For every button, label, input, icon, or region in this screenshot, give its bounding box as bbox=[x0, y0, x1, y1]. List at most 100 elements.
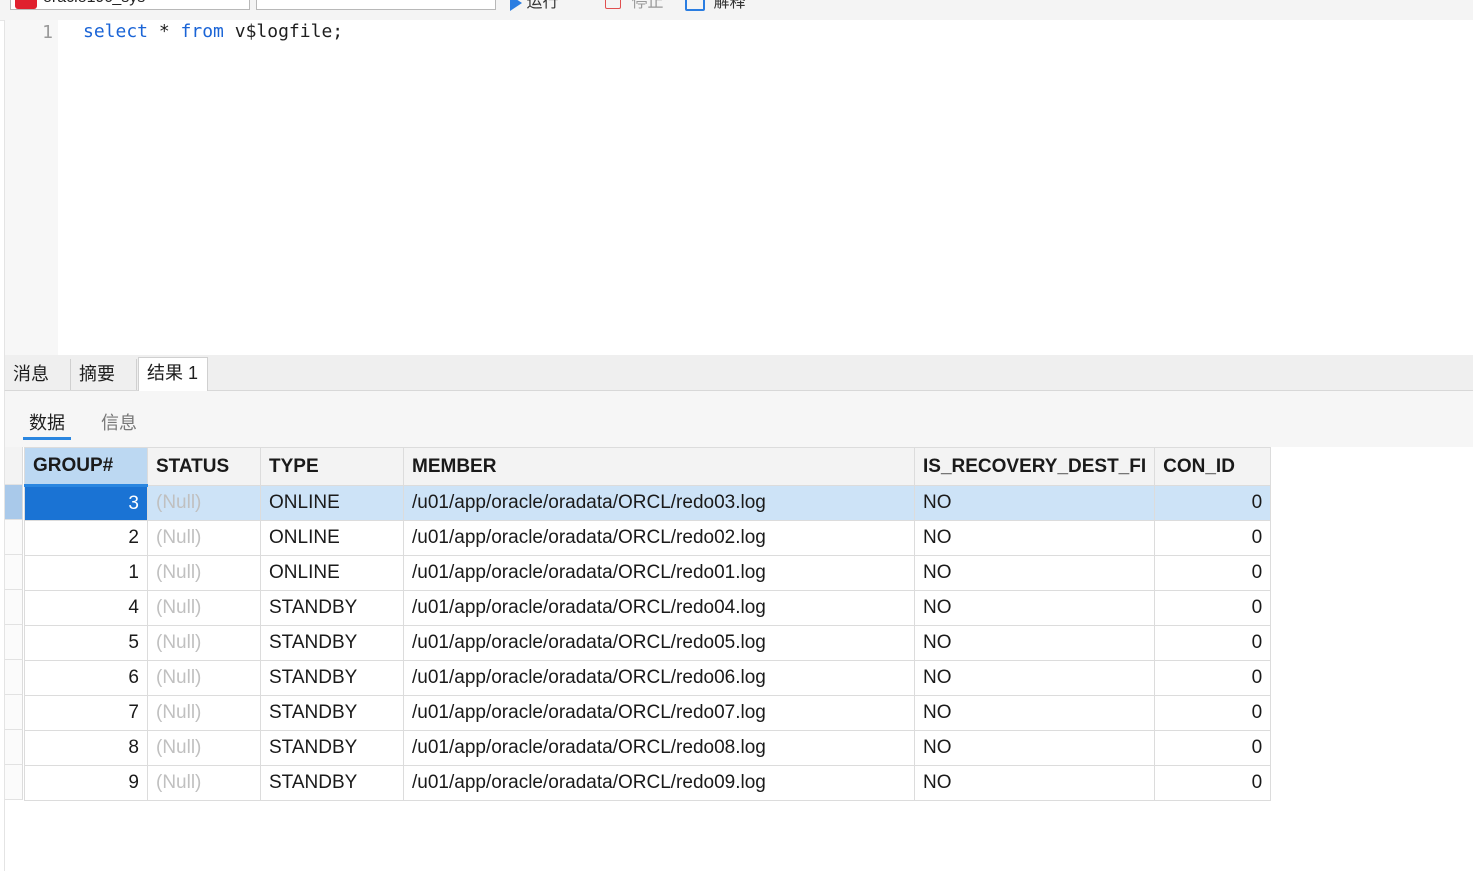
table-row[interactable]: 2 (Null) ONLINE /u01/app/oracle/oradata/… bbox=[24, 520, 1272, 556]
cell-member[interactable]: /u01/app/oracle/oradata/ORCL/redo04.log bbox=[403, 590, 915, 626]
connection-label: oracle19c_sys bbox=[43, 0, 145, 7]
tab-summary[interactable]: 摘要 bbox=[71, 359, 137, 390]
cell-member[interactable]: /u01/app/oracle/oradata/ORCL/redo08.log bbox=[403, 730, 915, 766]
row-marker[interactable] bbox=[5, 485, 23, 520]
cell-is-recovery-dest-file[interactable]: NO bbox=[913, 660, 1156, 696]
cell-member[interactable]: /u01/app/oracle/oradata/ORCL/redo01.log bbox=[403, 555, 915, 591]
cell-member[interactable]: /u01/app/oracle/oradata/ORCL/redo03.log bbox=[403, 485, 915, 521]
schema-select[interactable] bbox=[256, 0, 496, 10]
cell-is-recovery-dest-file[interactable]: NO bbox=[913, 730, 1156, 766]
cell-con-id[interactable]: 0 bbox=[1154, 555, 1272, 591]
cell-con-id[interactable]: 0 bbox=[1154, 590, 1272, 626]
table-row[interactable]: 9 (Null) STANDBY /u01/app/oracle/oradata… bbox=[24, 765, 1272, 801]
table-row[interactable]: 8 (Null) STANDBY /u01/app/oracle/oradata… bbox=[24, 730, 1272, 766]
cell-type[interactable]: STANDBY bbox=[260, 660, 404, 696]
cell-group[interactable]: 8 bbox=[24, 730, 148, 766]
result-grid: GROUP# STATUS TYPE MEMBER IS_RECOVERY_DE… bbox=[4, 447, 1473, 871]
cell-con-id[interactable]: 0 bbox=[1154, 765, 1272, 801]
table-row[interactable]: 5 (Null) STANDBY /u01/app/oracle/oradata… bbox=[24, 625, 1272, 661]
cell-type[interactable]: ONLINE bbox=[260, 485, 404, 521]
sql-editor[interactable]: 1 select * from v$logfile; bbox=[4, 20, 1473, 355]
column-header-group[interactable]: GROUP# bbox=[24, 447, 148, 487]
row-marker[interactable] bbox=[5, 590, 23, 625]
cell-group[interactable]: 9 bbox=[24, 765, 148, 801]
column-header-type[interactable]: TYPE bbox=[260, 447, 404, 486]
column-header-member[interactable]: MEMBER bbox=[403, 447, 915, 486]
connection-select[interactable]: oracle19c_sys bbox=[10, 0, 250, 10]
keyword-from: from bbox=[180, 21, 224, 42]
cell-status[interactable]: (Null) bbox=[147, 625, 261, 661]
cell-member[interactable]: /u01/app/oracle/oradata/ORCL/redo09.log bbox=[403, 765, 915, 801]
table-row[interactable]: 7 (Null) STANDBY /u01/app/oracle/oradata… bbox=[24, 695, 1272, 731]
cell-con-id[interactable]: 0 bbox=[1154, 695, 1272, 731]
table-row[interactable]: 1 (Null) ONLINE /u01/app/oracle/oradata/… bbox=[24, 555, 1272, 591]
cell-type[interactable]: STANDBY bbox=[260, 765, 404, 801]
cell-member[interactable]: /u01/app/oracle/oradata/ORCL/redo02.log bbox=[403, 520, 915, 556]
cell-is-recovery-dest-file[interactable]: NO bbox=[913, 765, 1156, 801]
tab-result-1[interactable]: 结果 1 bbox=[138, 357, 208, 391]
cell-is-recovery-dest-file[interactable]: NO bbox=[913, 695, 1156, 731]
data-table: GROUP# STATUS TYPE MEMBER IS_RECOVERY_DE… bbox=[24, 447, 1272, 801]
cell-con-id[interactable]: 0 bbox=[1154, 520, 1272, 556]
cell-is-recovery-dest-file[interactable]: NO bbox=[913, 590, 1156, 626]
stop-button[interactable]: 停止 bbox=[605, 0, 663, 11]
cell-group[interactable]: 3 bbox=[24, 485, 148, 521]
cell-status[interactable]: (Null) bbox=[147, 485, 261, 521]
cell-con-id[interactable]: 0 bbox=[1154, 730, 1272, 766]
header-row: GROUP# STATUS TYPE MEMBER IS_RECOVERY_DE… bbox=[24, 447, 1272, 487]
row-marker[interactable] bbox=[5, 695, 23, 730]
table-row[interactable]: 6 (Null) STANDBY /u01/app/oracle/oradata… bbox=[24, 660, 1272, 696]
code-line[interactable]: select * from v$logfile; bbox=[83, 21, 343, 42]
cell-type[interactable]: STANDBY bbox=[260, 590, 404, 626]
cell-type[interactable]: STANDBY bbox=[260, 625, 404, 661]
active-tab-indicator bbox=[23, 437, 71, 440]
row-marker[interactable] bbox=[5, 765, 23, 800]
cell-is-recovery-dest-file[interactable]: NO bbox=[913, 520, 1156, 556]
cell-type[interactable]: ONLINE bbox=[260, 555, 404, 591]
cell-group[interactable]: 5 bbox=[24, 625, 148, 661]
subtab-info[interactable]: 信息 bbox=[101, 409, 137, 435]
cell-status[interactable]: (Null) bbox=[147, 520, 261, 556]
row-marker[interactable] bbox=[5, 555, 23, 590]
run-label: 运行 bbox=[526, 0, 559, 11]
cell-group[interactable]: 2 bbox=[24, 520, 148, 556]
cell-status[interactable]: (Null) bbox=[147, 555, 261, 591]
cell-member[interactable]: /u01/app/oracle/oradata/ORCL/redo06.log bbox=[403, 660, 915, 696]
cell-member[interactable]: /u01/app/oracle/oradata/ORCL/redo05.log bbox=[403, 625, 915, 661]
column-header-status[interactable]: STATUS bbox=[147, 447, 261, 486]
result-tab-bar: 消息 摘要 结果 1 bbox=[4, 355, 1473, 391]
cell-type[interactable]: STANDBY bbox=[260, 730, 404, 766]
cell-con-id[interactable]: 0 bbox=[1154, 625, 1272, 661]
cell-is-recovery-dest-file[interactable]: NO bbox=[913, 485, 1156, 521]
cell-status[interactable]: (Null) bbox=[147, 695, 261, 731]
cell-status[interactable]: (Null) bbox=[147, 730, 261, 766]
row-marker[interactable] bbox=[5, 520, 23, 555]
row-marker[interactable] bbox=[5, 625, 23, 660]
cell-type[interactable]: STANDBY bbox=[260, 695, 404, 731]
cell-type[interactable]: ONLINE bbox=[260, 520, 404, 556]
cell-group[interactable]: 7 bbox=[24, 695, 148, 731]
column-header-is-recovery-dest-file[interactable]: IS_RECOVERY_DEST_FI bbox=[913, 447, 1156, 486]
result-subtab-bar: 数据 信息 bbox=[4, 391, 1473, 447]
explain-button[interactable]: 解释 bbox=[685, 0, 745, 11]
cell-group[interactable]: 4 bbox=[24, 590, 148, 626]
cell-status[interactable]: (Null) bbox=[147, 590, 261, 626]
oracle-connection-icon bbox=[15, 0, 37, 9]
cell-status[interactable]: (Null) bbox=[147, 765, 261, 801]
table-row[interactable]: 4 (Null) STANDBY /u01/app/oracle/oradata… bbox=[24, 590, 1272, 626]
cell-is-recovery-dest-file[interactable]: NO bbox=[913, 555, 1156, 591]
row-marker[interactable] bbox=[5, 660, 23, 695]
cell-is-recovery-dest-file[interactable]: NO bbox=[913, 625, 1156, 661]
tab-messages[interactable]: 消息 bbox=[5, 359, 71, 390]
cell-status[interactable]: (Null) bbox=[147, 660, 261, 696]
cell-group[interactable]: 6 bbox=[24, 660, 148, 696]
cell-member[interactable]: /u01/app/oracle/oradata/ORCL/redo07.log bbox=[403, 695, 915, 731]
cell-con-id[interactable]: 0 bbox=[1154, 485, 1272, 521]
cell-con-id[interactable]: 0 bbox=[1154, 660, 1272, 696]
row-marker[interactable] bbox=[5, 730, 23, 765]
table-row[interactable]: 3 (Null) ONLINE /u01/app/oracle/oradata/… bbox=[24, 485, 1272, 521]
cell-group[interactable]: 1 bbox=[24, 555, 148, 591]
subtab-data[interactable]: 数据 bbox=[23, 409, 71, 440]
column-header-con-id[interactable]: CON_ID bbox=[1154, 447, 1272, 486]
run-button[interactable]: 运行 bbox=[510, 0, 559, 11]
